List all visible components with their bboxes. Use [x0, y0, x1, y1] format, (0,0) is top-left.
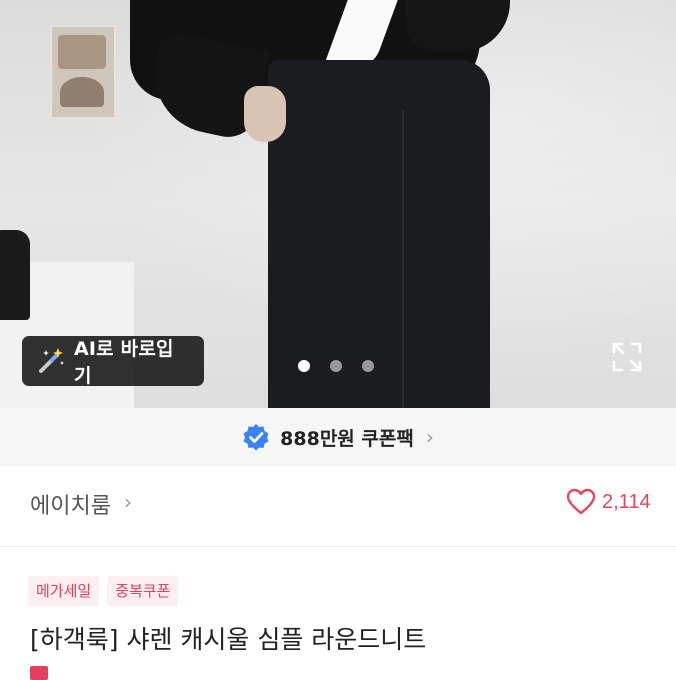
store-row: 에이치룸 › 2,114	[0, 466, 676, 547]
expand-icon[interactable]	[610, 340, 644, 374]
heart-outline-icon	[566, 488, 596, 516]
carousel-dot-3[interactable]	[362, 360, 374, 372]
carousel-dot-2[interactable]	[330, 360, 342, 372]
wall-poster	[50, 25, 116, 119]
coupon-pack-banner[interactable]: 888만원 쿠폰팩 ›	[0, 408, 676, 466]
tag-mega-sale: 메가세일	[28, 576, 100, 606]
model-hand	[244, 86, 286, 142]
magic-wand-icon	[36, 346, 66, 376]
coupon-icon	[30, 666, 48, 680]
product-title: [하객룩] 샤렌 캐시울 심플 라운드니트	[30, 625, 427, 654]
coupon-pack-text: 888만원 쿠폰팩	[280, 427, 414, 450]
chevron-right-icon[interactable]: ›	[124, 490, 132, 514]
like-button[interactable]: 2,114	[566, 488, 651, 516]
black-boot	[0, 230, 30, 320]
model-pants	[268, 60, 490, 408]
product-tags: 메가세일 중복쿠폰	[28, 576, 179, 606]
like-count: 2,114	[602, 490, 651, 513]
tag-stack-coupon: 중복쿠폰	[107, 576, 179, 606]
carousel-dot-1[interactable]	[298, 360, 310, 372]
chevron-right-icon: ›	[425, 425, 434, 449]
carousel-indicator	[298, 360, 374, 372]
verified-badge-icon	[242, 423, 270, 451]
store-name-link[interactable]: 에이치룸	[30, 488, 111, 520]
product-hero-image[interactable]: AI로 바로입기	[0, 0, 676, 408]
pants-crease	[402, 110, 404, 408]
coupon-price-row	[30, 666, 58, 680]
ai-try-on-label: AI로 바로입기	[74, 338, 174, 387]
ai-try-on-button[interactable]: AI로 바로입기	[22, 336, 204, 387]
